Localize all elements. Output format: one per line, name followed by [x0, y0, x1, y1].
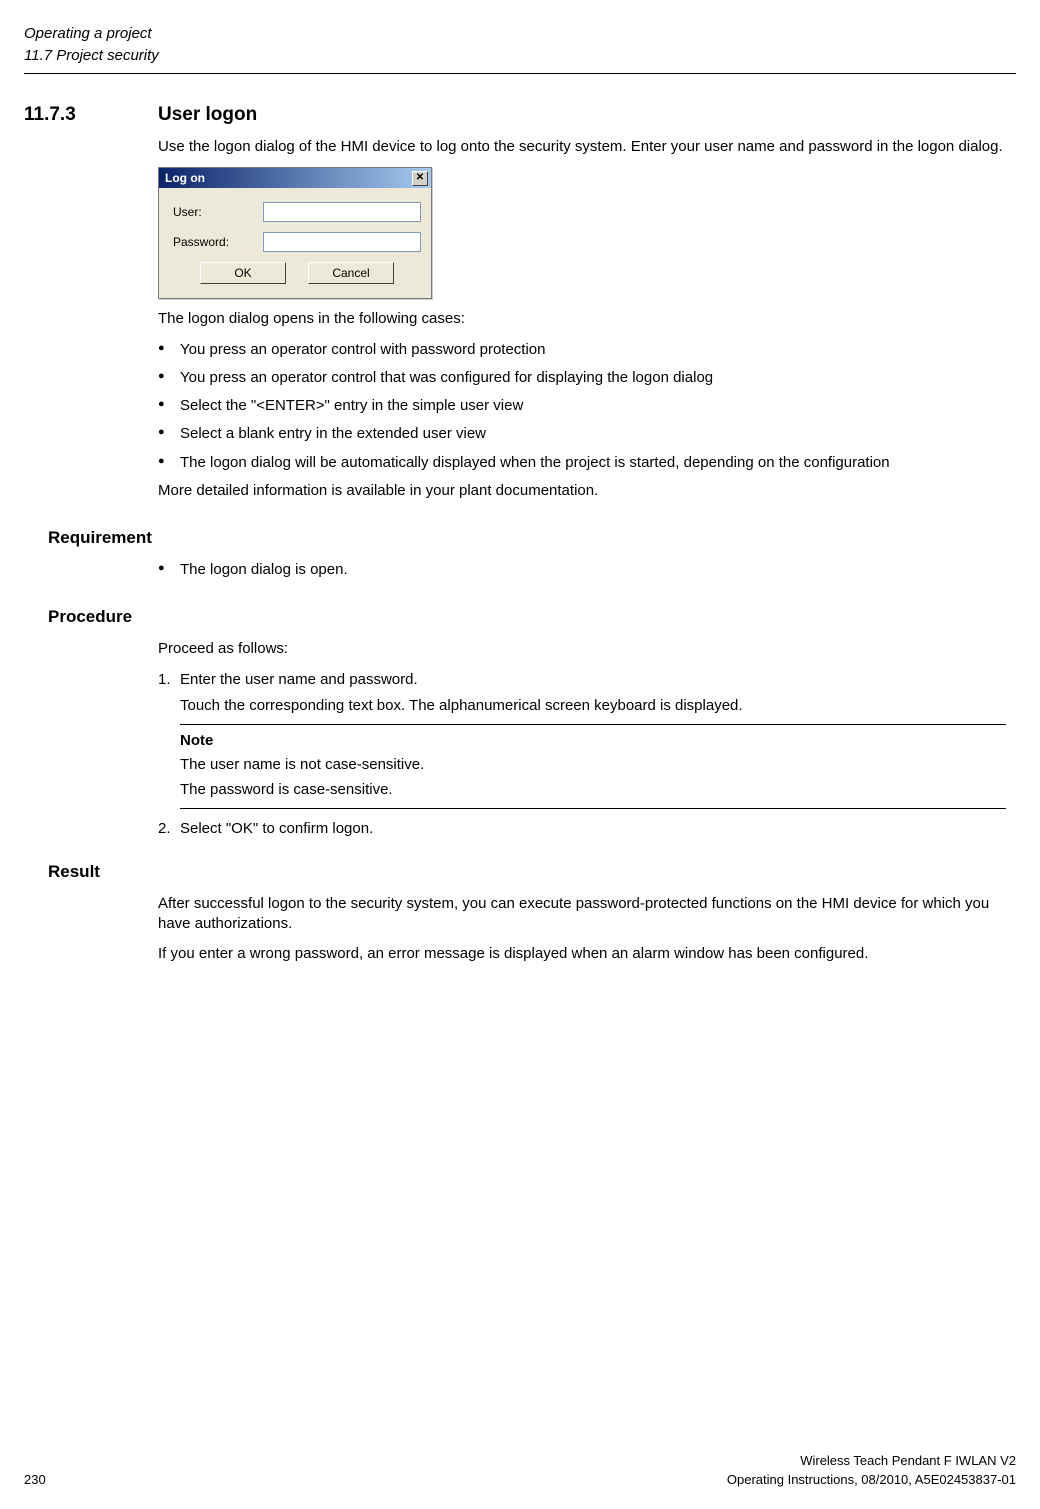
section-number: 11.7.3 [24, 102, 158, 128]
intro-paragraph: Use the logon dialog of the HMI device t… [158, 137, 1006, 157]
footer-product: Wireless Teach Pendant F IWLAN V2 [24, 1452, 1016, 1470]
password-label: Password: [173, 234, 263, 250]
cases-list: You press an operator control with passw… [158, 340, 1006, 473]
cancel-button[interactable]: Cancel [308, 262, 394, 284]
step-number: 1. [158, 670, 171, 690]
header-section: 11.7 Project security [24, 46, 1016, 66]
ok-button[interactable]: OK [200, 262, 286, 284]
section-title: User logon [158, 102, 257, 128]
close-icon[interactable]: ✕ [412, 171, 428, 186]
procedure-lead: Proceed as follows: [158, 639, 1006, 659]
procedure-steps: 1. Enter the user name and password. Tou… [158, 670, 1006, 840]
list-item: Select the "<ENTER>" entry in the simple… [158, 396, 1006, 416]
step-text: Enter the user name and password. [180, 671, 418, 688]
dialog-titlebar: Log on ✕ [159, 168, 431, 188]
header-chapter: Operating a project [24, 24, 1016, 44]
note-line: The password is case-sensitive. [180, 780, 1006, 800]
logon-dialog: Log on ✕ User: Password: OK Cancel [158, 167, 432, 299]
password-input[interactable] [263, 232, 421, 252]
user-input[interactable] [263, 202, 421, 222]
section-heading: 11.7.3 User logon [24, 102, 1016, 128]
after-dialog-text: The logon dialog opens in the following … [158, 309, 1006, 329]
result-heading: Result [48, 861, 1016, 884]
dialog-title: Log on [165, 170, 205, 186]
user-label: User: [173, 204, 263, 220]
more-info-text: More detailed information is available i… [158, 481, 1006, 501]
note-title: Note [180, 731, 1006, 751]
list-item: You press an operator control with passw… [158, 340, 1006, 360]
requirement-heading: Requirement [48, 527, 1016, 550]
step-1: 1. Enter the user name and password. Tou… [158, 670, 1006, 809]
step-text: Select "OK" to confirm logon. [180, 820, 373, 837]
page-footer: Wireless Teach Pendant F IWLAN V2 230 Op… [24, 1452, 1016, 1489]
list-item: Select a blank entry in the extended use… [158, 424, 1006, 444]
result-paragraph: If you enter a wrong password, an error … [158, 944, 1006, 964]
note-line: The user name is not case-sensitive. [180, 755, 1006, 775]
note-box: Note The user name is not case-sensitive… [180, 724, 1006, 809]
result-paragraph: After successful logon to the security s… [158, 894, 1006, 935]
list-item: You press an operator control that was c… [158, 368, 1006, 388]
list-item: The logon dialog will be automatically d… [158, 453, 1006, 473]
requirement-list: The logon dialog is open. [158, 560, 1006, 580]
footer-docinfo: Operating Instructions, 08/2010, A5E0245… [727, 1471, 1016, 1489]
header-rule [24, 73, 1016, 74]
step-2: 2. Select "OK" to confirm logon. [158, 819, 1006, 839]
list-item: The logon dialog is open. [158, 560, 1006, 580]
procedure-heading: Procedure [48, 606, 1016, 629]
step-number: 2. [158, 819, 171, 839]
footer-page-number: 230 [24, 1471, 46, 1489]
step-subtext: Touch the corresponding text box. The al… [180, 696, 1006, 716]
